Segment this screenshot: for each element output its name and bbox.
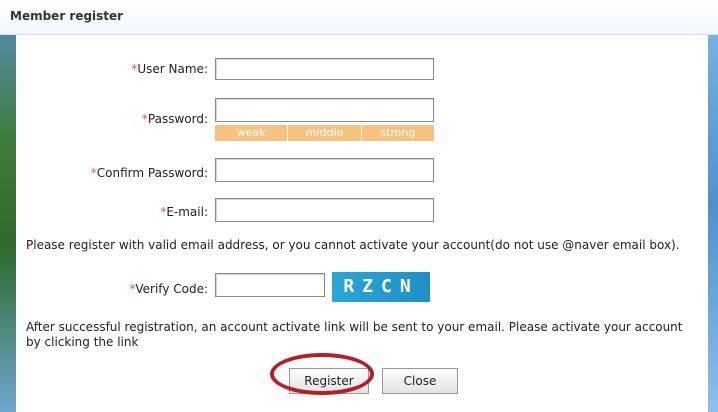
- email-input[interactable]: [215, 198, 434, 222]
- password-label: *Password:: [141, 112, 208, 126]
- register-dialog: *User Name: *Password: weak middle stron…: [16, 35, 708, 412]
- password-input[interactable]: [215, 98, 434, 122]
- strength-weak: weak: [215, 125, 289, 141]
- dialog-title: Member register: [10, 9, 124, 23]
- confirm-password-label: *Confirm Password:: [90, 166, 208, 180]
- captcha-image[interactable]: RZCN: [332, 272, 430, 302]
- background-right-edge: [708, 0, 718, 412]
- password-strength-meter: weak middle strong: [215, 125, 434, 141]
- background-left-edge: [0, 0, 16, 412]
- email-note: Please register with valid email address…: [26, 238, 680, 252]
- username-label: *User Name:: [131, 62, 208, 76]
- strength-strong: strong: [380, 126, 416, 139]
- verify-code-input[interactable]: [215, 273, 325, 297]
- register-button[interactable]: Register: [289, 368, 369, 394]
- strength-middle: middle: [288, 125, 362, 141]
- activation-note: After successful registration, an accoun…: [26, 320, 683, 349]
- close-button[interactable]: Close: [382, 368, 458, 394]
- username-input[interactable]: [215, 58, 434, 80]
- verify-code-label: *Verify Code:: [129, 282, 208, 296]
- dialog-titlebar: Member register: [0, 0, 718, 35]
- email-label: *E-mail:: [160, 205, 208, 219]
- confirm-password-input[interactable]: [215, 158, 434, 182]
